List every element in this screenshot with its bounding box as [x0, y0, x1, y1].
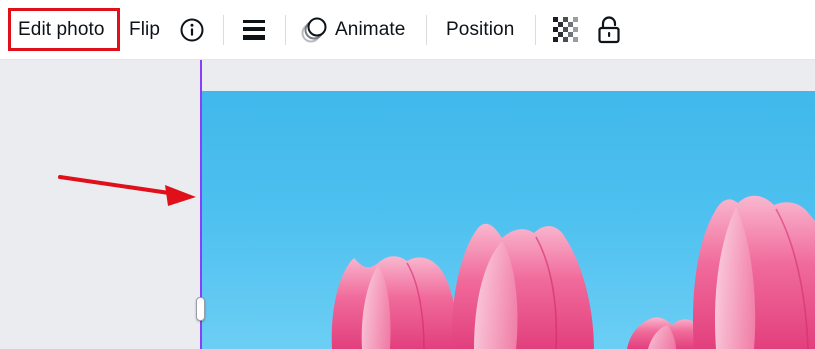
info-icon	[180, 18, 204, 42]
resize-handle[interactable]	[196, 297, 205, 321]
info-button[interactable]	[180, 0, 204, 60]
toolbar-divider	[426, 15, 427, 45]
position-button[interactable]: Position	[446, 0, 514, 60]
flip-button[interactable]: Flip	[129, 0, 160, 60]
toolbar-divider	[535, 15, 536, 45]
tulip-photo[interactable]	[202, 91, 815, 349]
edit-photo-highlight-box	[8, 8, 120, 51]
transparency-button[interactable]	[553, 0, 579, 60]
unlocked-padlock-icon	[598, 16, 620, 44]
checkerboard-icon	[553, 17, 578, 42]
editor-toolbar: Edit photo Flip Animate Position	[0, 0, 815, 60]
animate-circles-icon	[301, 17, 327, 43]
position-label: Position	[446, 19, 515, 40]
line-spacing-button[interactable]	[243, 0, 265, 60]
animate-label: Animate	[335, 19, 406, 40]
tulip-flowers	[331, 195, 815, 349]
lines-icon	[243, 20, 265, 40]
flip-label: Flip	[129, 19, 161, 40]
toolbar-divider	[285, 15, 286, 45]
animate-button[interactable]: Animate	[301, 0, 405, 60]
toolbar-divider	[223, 15, 224, 45]
lock-button[interactable]	[598, 0, 620, 60]
